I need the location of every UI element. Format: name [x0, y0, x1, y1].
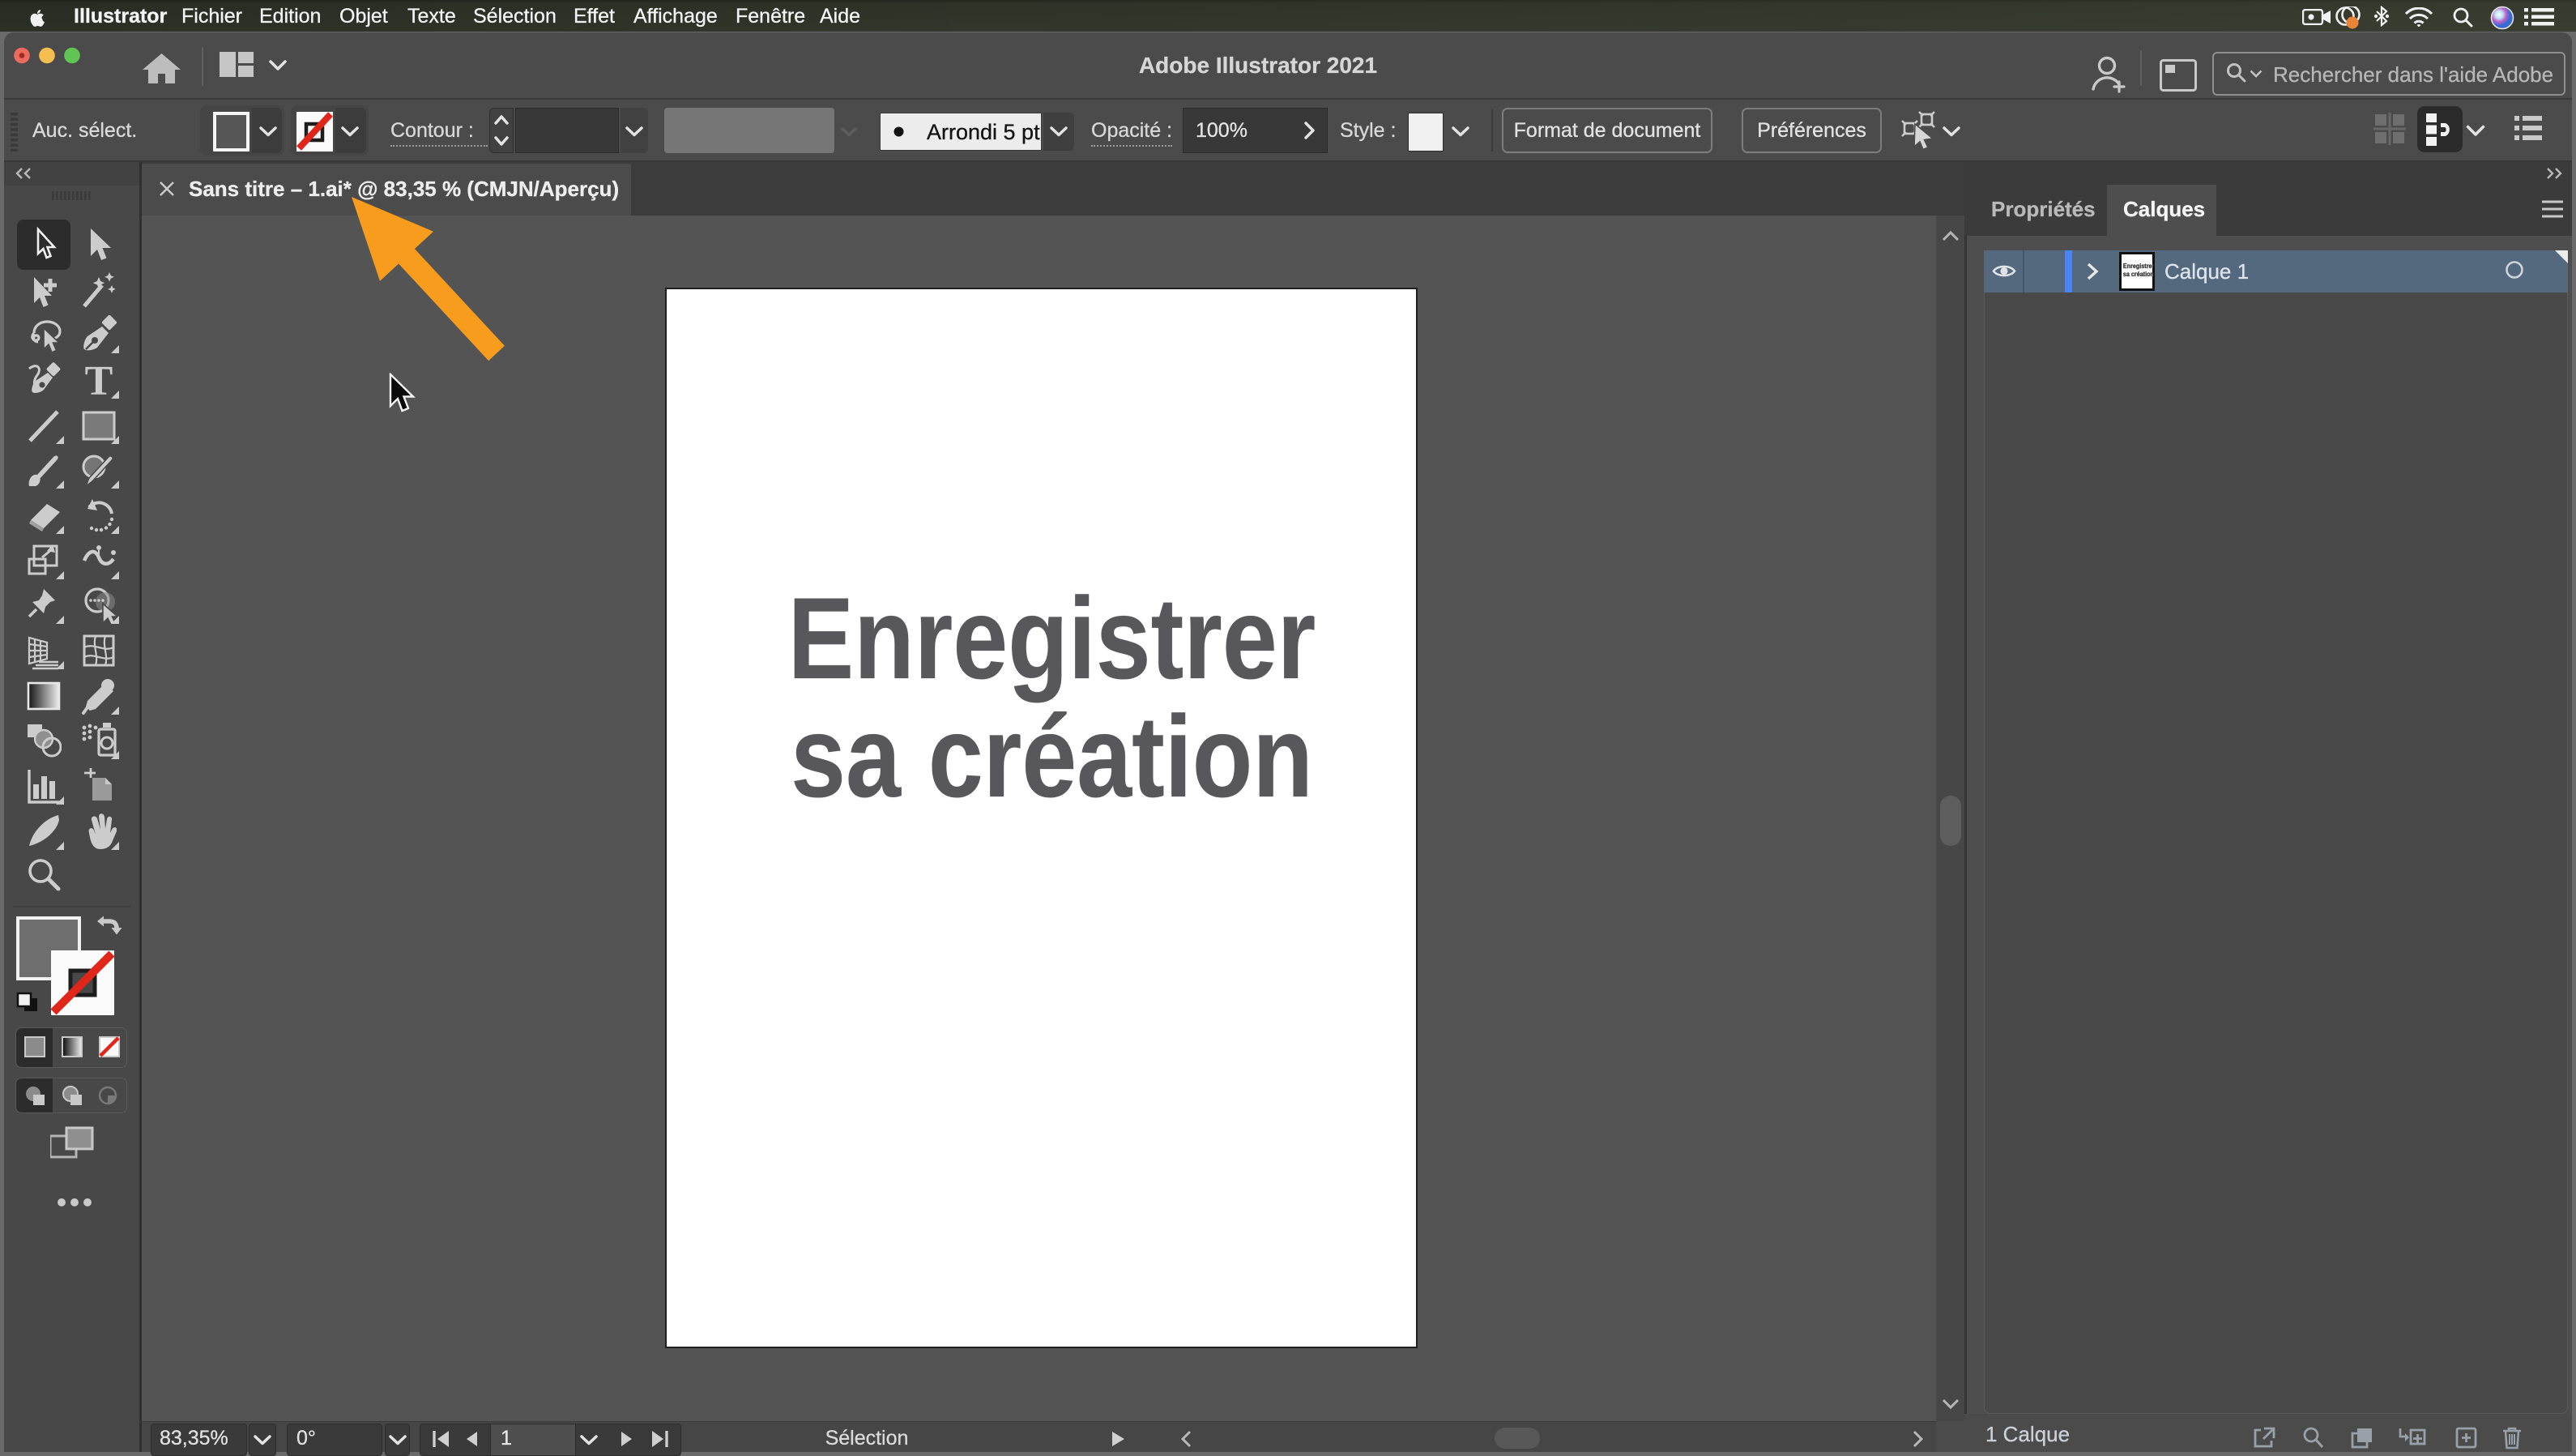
svg-text:T: T [85, 361, 113, 399]
